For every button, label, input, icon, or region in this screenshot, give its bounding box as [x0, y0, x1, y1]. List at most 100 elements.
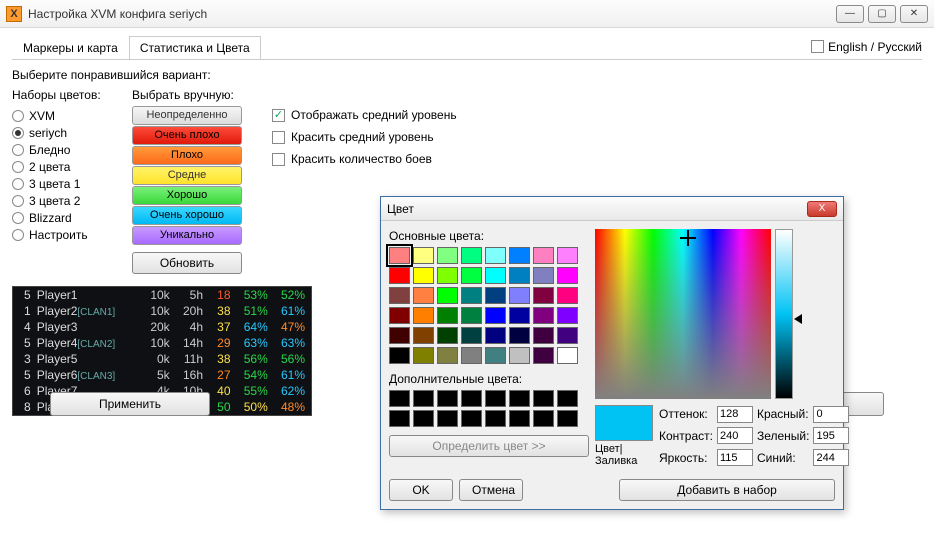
basic-color-cell[interactable]	[485, 327, 506, 344]
blu-input[interactable]	[813, 449, 849, 466]
color-cancel-button[interactable]: Отмена	[459, 479, 523, 501]
basic-color-cell[interactable]	[413, 267, 434, 284]
minimize-button[interactable]: —	[836, 5, 864, 23]
basic-color-cell[interactable]	[557, 347, 578, 364]
swatch-Очень плохо[interactable]: Очень плохо	[132, 126, 242, 145]
basic-color-cell[interactable]	[509, 247, 530, 264]
basic-color-cell[interactable]	[533, 267, 554, 284]
custom-color-cell[interactable]	[557, 390, 578, 407]
basic-color-cell[interactable]	[461, 287, 482, 304]
basic-color-cell[interactable]	[485, 247, 506, 264]
basic-color-cell[interactable]	[533, 307, 554, 324]
custom-color-cell[interactable]	[509, 410, 530, 427]
luminance-slider[interactable]	[775, 229, 793, 399]
red-input[interactable]	[813, 406, 849, 423]
basic-color-cell[interactable]	[437, 267, 458, 284]
custom-color-cell[interactable]	[509, 390, 530, 407]
check-paint-avg[interactable]	[272, 131, 285, 144]
basic-color-cell[interactable]	[389, 307, 410, 324]
lum-input[interactable]	[717, 449, 753, 466]
custom-color-cell[interactable]	[413, 410, 434, 427]
hue-input[interactable]	[717, 406, 753, 423]
basic-color-cell[interactable]	[485, 287, 506, 304]
basic-color-cell[interactable]	[389, 287, 410, 304]
basic-color-cell[interactable]	[389, 267, 410, 284]
custom-color-cell[interactable]	[485, 410, 506, 427]
basic-color-cell[interactable]	[389, 347, 410, 364]
custom-color-cell[interactable]	[389, 410, 410, 427]
custom-color-cell[interactable]	[461, 410, 482, 427]
basic-color-cell[interactable]	[509, 287, 530, 304]
basic-color-cell[interactable]	[413, 307, 434, 324]
maximize-button[interactable]: ▢	[868, 5, 896, 23]
basic-color-cell[interactable]	[485, 267, 506, 284]
swatch-Неопределенно[interactable]: Неопределенно	[132, 106, 242, 125]
basic-color-cell[interactable]	[461, 307, 482, 324]
lang-checkbox[interactable]	[811, 40, 824, 53]
custom-color-cell[interactable]	[437, 390, 458, 407]
custom-color-cell[interactable]	[437, 410, 458, 427]
radio-2 цвета[interactable]: 2 цвета	[12, 160, 112, 174]
check-show-avg[interactable]	[272, 109, 285, 122]
color-dialog-close[interactable]: X	[807, 201, 837, 217]
basic-color-cell[interactable]	[437, 307, 458, 324]
tab-markers[interactable]: Маркеры и карта	[12, 36, 129, 59]
radio-бледно[interactable]: Бледно	[12, 143, 112, 157]
radio-3 цвета 1[interactable]: 3 цвета 1	[12, 177, 112, 191]
custom-color-cell[interactable]	[389, 390, 410, 407]
basic-color-cell[interactable]	[437, 347, 458, 364]
check-paint-battles[interactable]	[272, 153, 285, 166]
radio-seriych[interactable]: seriych	[12, 126, 112, 140]
basic-color-cell[interactable]	[557, 267, 578, 284]
basic-color-cell[interactable]	[437, 247, 458, 264]
custom-color-cell[interactable]	[413, 390, 434, 407]
swatch-Очень хорошо[interactable]: Очень хорошо	[132, 206, 242, 225]
basic-color-cell[interactable]	[461, 247, 482, 264]
basic-color-cell[interactable]	[413, 247, 434, 264]
basic-color-cell[interactable]	[533, 327, 554, 344]
radio-blizzard[interactable]: Blizzard	[12, 211, 112, 225]
custom-color-cell[interactable]	[557, 410, 578, 427]
basic-color-cell[interactable]	[461, 267, 482, 284]
color-spectrum[interactable]	[595, 229, 771, 399]
basic-color-cell[interactable]	[557, 307, 578, 324]
update-button[interactable]: Обновить	[132, 252, 242, 274]
basic-color-cell[interactable]	[509, 347, 530, 364]
basic-color-cell[interactable]	[509, 327, 530, 344]
basic-color-cell[interactable]	[557, 287, 578, 304]
swatch-Средне[interactable]: Средне	[132, 166, 242, 185]
basic-color-cell[interactable]	[533, 347, 554, 364]
add-to-custom-button[interactable]: Добавить в набор	[619, 479, 835, 501]
basic-color-cell[interactable]	[413, 327, 434, 344]
basic-color-cell[interactable]	[389, 327, 410, 344]
sat-input[interactable]	[717, 427, 753, 444]
tab-stats[interactable]: Статистика и Цвета	[129, 36, 261, 59]
custom-color-cell[interactable]	[533, 410, 554, 427]
basic-color-cell[interactable]	[557, 247, 578, 264]
basic-color-cell[interactable]	[461, 347, 482, 364]
close-button[interactable]: ✕	[900, 5, 928, 23]
basic-color-cell[interactable]	[485, 307, 506, 324]
color-ok-button[interactable]: OK	[389, 479, 453, 501]
apply-button[interactable]: Применить	[50, 392, 210, 416]
basic-color-cell[interactable]	[389, 247, 410, 264]
swatch-Уникально[interactable]: Уникально	[132, 226, 242, 245]
basic-color-cell[interactable]	[509, 307, 530, 324]
custom-color-cell[interactable]	[485, 390, 506, 407]
radio-3 цвета 2[interactable]: 3 цвета 2	[12, 194, 112, 208]
basic-color-cell[interactable]	[485, 347, 506, 364]
basic-color-cell[interactable]	[533, 287, 554, 304]
basic-color-cell[interactable]	[557, 327, 578, 344]
swatch-Плохо[interactable]: Плохо	[132, 146, 242, 165]
swatch-Хорошо[interactable]: Хорошо	[132, 186, 242, 205]
basic-color-cell[interactable]	[413, 347, 434, 364]
basic-color-cell[interactable]	[509, 267, 530, 284]
custom-color-cell[interactable]	[533, 390, 554, 407]
basic-color-cell[interactable]	[413, 287, 434, 304]
basic-color-cell[interactable]	[461, 327, 482, 344]
basic-color-cell[interactable]	[437, 327, 458, 344]
radio-xvm[interactable]: XVM	[12, 109, 112, 123]
custom-color-cell[interactable]	[461, 390, 482, 407]
grn-input[interactable]	[813, 427, 849, 444]
basic-color-cell[interactable]	[533, 247, 554, 264]
